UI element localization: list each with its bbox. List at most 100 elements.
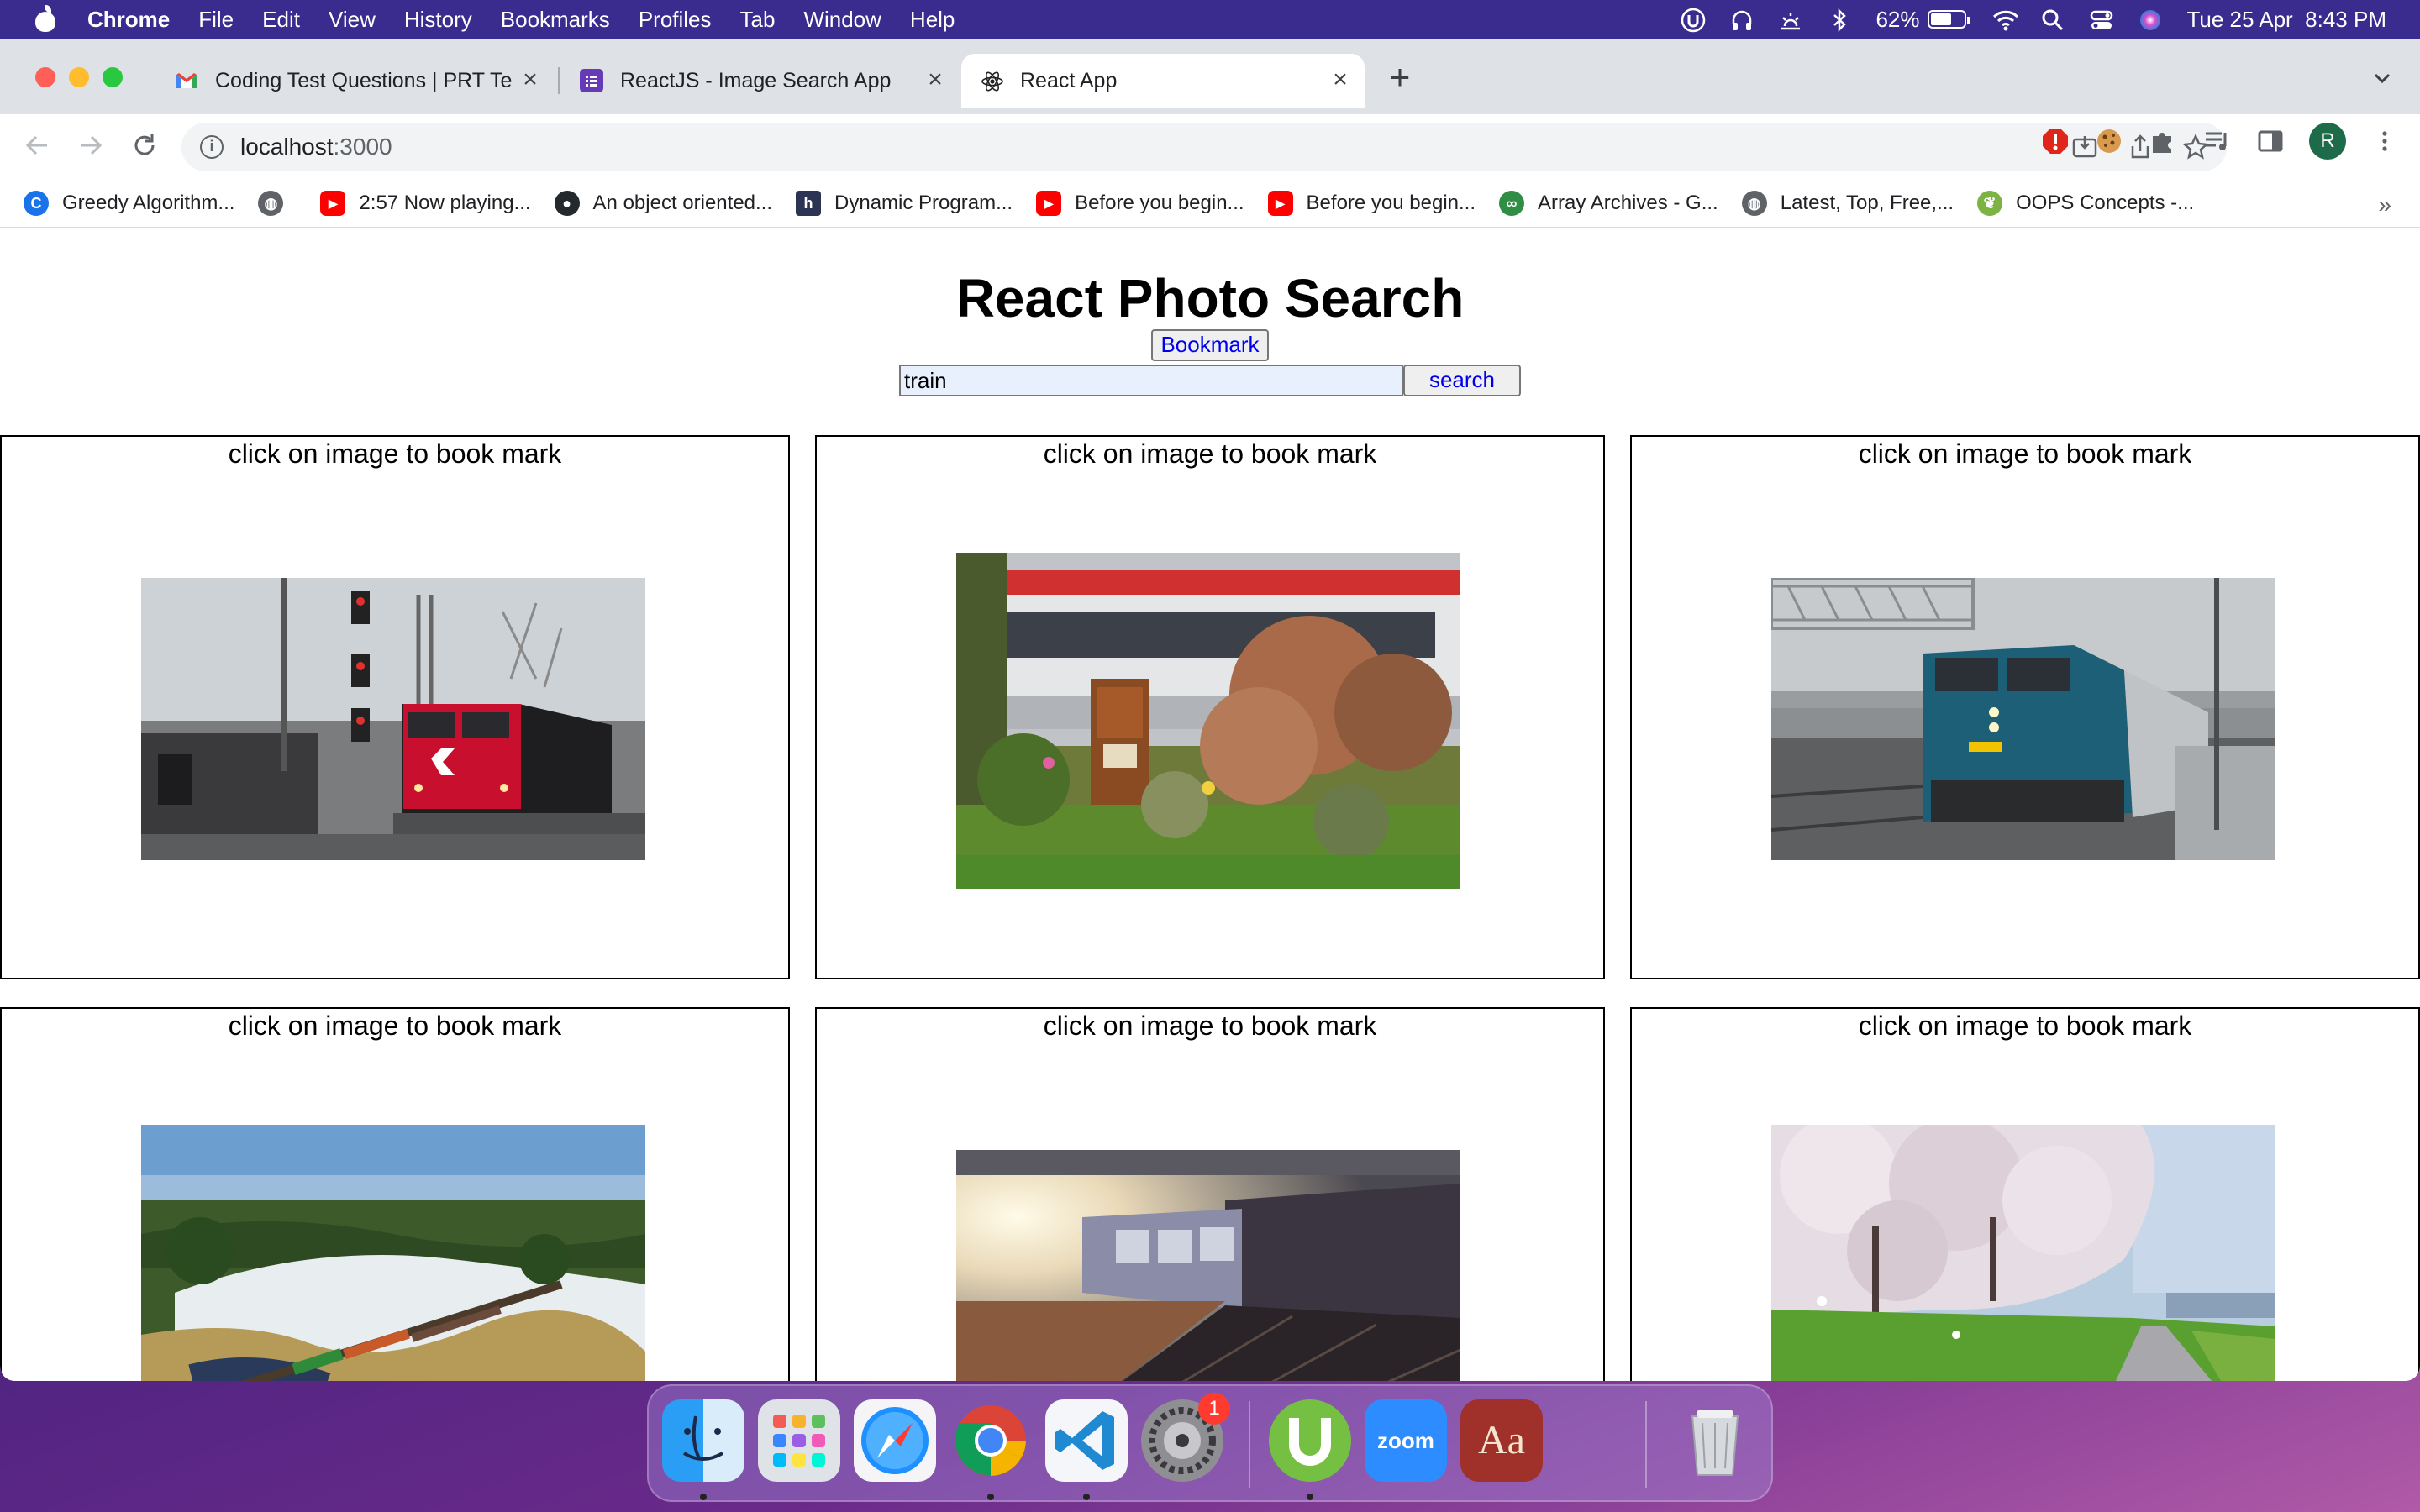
menu-tab[interactable]: Tab [740, 7, 776, 33]
running-indicator [1083, 1494, 1090, 1500]
tab-coding-test[interactable]: Coding Test Questions | PRT Te × [156, 54, 555, 108]
clock[interactable]: Tue 25 Apr 8:43 PM [2186, 7, 2386, 33]
card-caption: click on image to book mark [228, 1011, 562, 1041]
battery-percent: 62% [1876, 6, 1920, 32]
globe-icon: ◍ [1741, 191, 1767, 216]
media-control-icon[interactable] [2202, 126, 2232, 156]
cookie-extension-icon[interactable] [2094, 126, 2124, 156]
adblock-extension-icon[interactable] [2040, 126, 2070, 156]
wifi-icon[interactable] [1991, 8, 2019, 31]
tab-search-chevron-icon[interactable] [2370, 66, 2395, 91]
safari-icon[interactable] [854, 1399, 936, 1482]
chrome-menu-icon[interactable] [2370, 126, 2400, 156]
leaf-icon: ❦ [1977, 191, 2003, 216]
close-window-button[interactable] [35, 67, 55, 87]
more-bookmarks-chevron-icon[interactable]: » [2378, 192, 2391, 218]
menu-edit[interactable]: Edit [262, 7, 300, 33]
bookmark-label: OOPS Concepts -... [2016, 192, 2195, 214]
menu-bar: Chrome File Edit View History Bookmarks … [0, 0, 2420, 39]
tab-image-search-app[interactable]: ReactJS - Image Search App × [561, 54, 960, 108]
bookmark-item[interactable]: ● An object oriented... [554, 191, 772, 216]
bookmark-item[interactable]: ▶ Before you begin... [1267, 191, 1476, 216]
minimize-window-button[interactable] [69, 67, 89, 87]
bluetooth-icon[interactable] [1827, 8, 1850, 33]
menu-file[interactable]: File [198, 7, 234, 33]
bookmark-item[interactable]: C Greedy Algorithm... [24, 191, 234, 216]
utorrent-icon[interactable] [1269, 1399, 1351, 1482]
headphones-icon[interactable] [1729, 8, 1753, 31]
zoom-icon[interactable]: zoom [1365, 1399, 1447, 1482]
search-button[interactable]: search [1403, 365, 1521, 396]
menu-history[interactable]: History [404, 7, 472, 33]
close-tab-icon[interactable]: × [923, 67, 948, 93]
menu-app-name[interactable]: Chrome [87, 7, 170, 33]
battery-icon[interactable] [1928, 10, 1971, 29]
bookmark-label: Before you begin... [1075, 192, 1244, 214]
via-locomotive-photo[interactable] [1771, 578, 2275, 860]
bookmark-item[interactable]: ▶ 2:57 Now playing... [320, 191, 531, 216]
card-caption: click on image to book mark [1858, 438, 2192, 469]
photo-card: click on image to book mark [0, 1007, 790, 1381]
bookmark-label: Latest, Top, Free,... [1780, 192, 1954, 214]
trash-icon[interactable] [1674, 1399, 1756, 1482]
address-bar[interactable]: i localhost:3000 [182, 123, 2227, 171]
siri-icon[interactable] [2138, 8, 2161, 31]
tab-react-app[interactable]: React App × [961, 54, 1365, 108]
menu-window[interactable]: Window [803, 7, 881, 33]
close-tab-icon[interactable]: × [518, 67, 543, 93]
extensions-puzzle-icon[interactable] [2148, 126, 2178, 156]
bookmark-label: Before you begin... [1306, 192, 1476, 214]
chrome-icon[interactable] [950, 1399, 1032, 1482]
youtube-icon: ▶ [1036, 191, 1062, 216]
dock-separator [1249, 1401, 1250, 1488]
tab-strip: Coding Test Questions | PRT Te × ReactJS… [0, 39, 2420, 114]
system-settings-icon[interactable]: 1 [1141, 1393, 1230, 1482]
side-panel-icon[interactable] [2255, 126, 2286, 156]
cherry-blossom-path-photo[interactable] [1771, 1125, 2275, 1381]
bookmark-item[interactable]: ∞ Array Archives - G... [1499, 191, 1718, 216]
launchpad-icon[interactable] [758, 1399, 840, 1482]
menu-help[interactable]: Help [910, 7, 955, 33]
close-tab-icon[interactable]: × [1328, 67, 1353, 93]
forward-button[interactable] [74, 130, 108, 164]
vscode-icon[interactable] [1045, 1399, 1128, 1482]
c-icon: C [24, 191, 49, 216]
bookmark-button[interactable]: Bookmark [1151, 329, 1269, 361]
desktop: Chrome File Edit View History Bookmarks … [0, 0, 2420, 1512]
photo-card: click on image to book mark [1630, 435, 2420, 979]
card-caption: click on image to book mark [228, 438, 562, 469]
card-caption: click on image to book mark [1858, 1011, 2192, 1041]
back-button[interactable] [20, 130, 54, 164]
zoom-label: zoom [1377, 1428, 1434, 1453]
profile-avatar[interactable]: R [2309, 123, 2346, 160]
menu-view[interactable]: View [329, 7, 376, 33]
react-icon [980, 69, 1003, 92]
address-url[interactable]: localhost:3000 [240, 134, 392, 160]
bookmark-item[interactable]: ▶ Before you begin... [1036, 191, 1244, 216]
control-center-icon[interactable] [2089, 8, 2113, 31]
utorrent-status-icon[interactable] [1681, 8, 1706, 33]
menu-profiles[interactable]: Profiles [639, 7, 712, 33]
finder-icon[interactable] [662, 1399, 744, 1482]
reload-button[interactable] [128, 130, 161, 164]
spotlight-search-icon[interactable] [2040, 8, 2064, 31]
menu-bookmarks[interactable]: Bookmarks [501, 7, 610, 33]
bookmark-item[interactable]: ◍ [258, 191, 297, 216]
bookmark-item[interactable]: ◍ Latest, Top, Free,... [1741, 191, 1954, 216]
site-info-icon[interactable]: i [200, 135, 224, 159]
zoom-window-button[interactable] [103, 67, 123, 87]
night-shift-icon[interactable] [1778, 8, 1802, 31]
cn-locomotive-photo[interactable] [141, 578, 645, 860]
bookmark-item[interactable]: h Dynamic Program... [796, 191, 1013, 216]
sunlit-platform-photo[interactable] [956, 1150, 1460, 1381]
new-tab-button[interactable]: + [1383, 60, 1417, 96]
hackerrank-icon: h [796, 191, 822, 216]
notification-badge: 1 [1198, 1393, 1230, 1425]
apple-icon[interactable] [34, 5, 57, 32]
garden-train-photo[interactable] [956, 553, 1460, 889]
aerial-bridge-train-photo[interactable] [141, 1125, 645, 1381]
page-content: React Photo Search Bookmark search click… [0, 228, 2420, 1381]
dictionary-icon[interactable]: Aa [1460, 1399, 1543, 1482]
bookmark-item[interactable]: ❦ OOPS Concepts -... [1977, 191, 2194, 216]
search-input[interactable] [899, 365, 1403, 396]
